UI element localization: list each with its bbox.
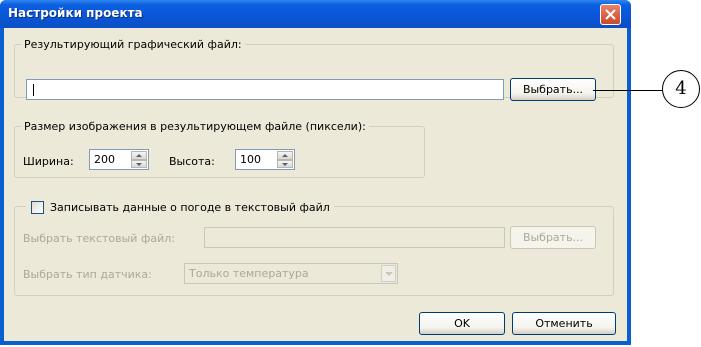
height-stepper[interactable]: 100 xyxy=(235,149,295,170)
project-settings-dialog: Настройки проекта Результирующий графиче… xyxy=(0,0,631,345)
chevron-down-icon xyxy=(385,272,393,276)
sensor-type-select[interactable]: Только температура xyxy=(184,263,398,284)
output-file-path-input[interactable] xyxy=(26,79,504,100)
arrow-down-icon xyxy=(136,162,142,166)
width-stepper[interactable]: 200 xyxy=(89,149,149,170)
sensor-type-label: Выбрать тип датчика: xyxy=(23,268,152,281)
weather-checkbox-label: Записывать данные о погоде в текстовый ф… xyxy=(50,201,330,214)
ok-button[interactable]: OK xyxy=(419,312,505,335)
height-value: 100 xyxy=(240,153,261,166)
weather-checkbox-row[interactable]: Записывать данные о погоде в текстовый ф… xyxy=(26,199,334,215)
width-down-button[interactable] xyxy=(131,159,147,168)
height-down-button[interactable] xyxy=(277,159,293,168)
height-up-button[interactable] xyxy=(277,151,293,160)
arrow-up-icon xyxy=(136,154,142,157)
text-file-input[interactable] xyxy=(204,227,505,248)
callout-number: 4 xyxy=(662,70,700,108)
text-file-browse-button[interactable]: Выбрать... xyxy=(510,226,596,249)
text-caret xyxy=(33,84,34,96)
dialog-body: Результирующий графический файл: Выбрать… xyxy=(4,28,627,341)
width-up-button[interactable] xyxy=(131,151,147,160)
window-title: Настройки проекта xyxy=(8,6,143,20)
cancel-button[interactable]: Отменить xyxy=(512,312,616,335)
text-file-label: Выбрать текстовый файл: xyxy=(23,232,175,245)
output-file-group-label: Результирующий графический файл: xyxy=(24,38,242,51)
title-bar[interactable]: Настройки проекта xyxy=(0,0,631,28)
output-file-browse-button[interactable]: Выбрать... xyxy=(510,78,596,101)
arrow-up-icon xyxy=(282,154,288,157)
close-button[interactable] xyxy=(600,4,621,25)
image-size-group: Размер изображения в результирующем файл… xyxy=(14,120,425,178)
dropdown-button[interactable] xyxy=(381,265,396,282)
arrow-down-icon xyxy=(282,162,288,166)
close-icon xyxy=(605,9,616,20)
image-size-group-label: Размер изображения в результирующем файл… xyxy=(24,120,366,133)
callout-line xyxy=(593,90,662,91)
width-label: Ширина: xyxy=(23,155,74,168)
width-value: 200 xyxy=(94,153,115,166)
sensor-type-value: Только температура xyxy=(189,267,309,280)
height-label: Высота: xyxy=(169,155,215,168)
weather-checkbox[interactable] xyxy=(31,201,44,214)
